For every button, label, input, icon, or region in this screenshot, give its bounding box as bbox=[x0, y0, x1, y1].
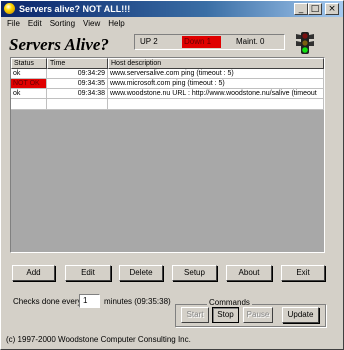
list-header: Status Time Host description bbox=[11, 58, 324, 69]
menu-edit[interactable]: Edit bbox=[24, 17, 46, 31]
up-count: UP 2 bbox=[140, 37, 158, 46]
menu-help[interactable]: Help bbox=[104, 17, 128, 31]
table-row[interactable]: NOT OK 09:34:35 www.microsoft.com ping (… bbox=[11, 79, 324, 89]
row-host bbox=[108, 99, 324, 110]
column-status[interactable]: Status bbox=[11, 58, 47, 69]
down-count: Down 1 bbox=[182, 36, 221, 48]
row-host: www.microsoft.com ping (timeout : 5) bbox=[108, 79, 324, 89]
pause-button[interactable]: Pause bbox=[243, 307, 273, 323]
about-button[interactable]: About bbox=[226, 265, 272, 281]
stop-button[interactable]: Stop bbox=[212, 307, 239, 323]
menu-bar: File Edit Sorting View Help bbox=[1, 17, 343, 31]
exit-button[interactable]: Exit bbox=[281, 265, 325, 281]
maint-count: Maint. 0 bbox=[236, 37, 265, 46]
menu-sorting[interactable]: Sorting bbox=[46, 17, 79, 31]
traffic-light-icon bbox=[296, 32, 314, 54]
add-button[interactable]: Add bbox=[12, 265, 55, 281]
main-window: Servers alive? NOT ALL!!! _ □ × File Edit… bbox=[0, 0, 344, 350]
start-button[interactable]: Start bbox=[181, 307, 209, 323]
column-time[interactable]: Time bbox=[47, 58, 108, 69]
interval-input[interactable]: 1 bbox=[79, 294, 100, 308]
checks-label: Checks done every bbox=[13, 297, 82, 306]
delete-button[interactable]: Delete bbox=[119, 265, 163, 281]
menu-view[interactable]: View bbox=[79, 17, 104, 31]
row-status: NOT OK bbox=[11, 79, 47, 89]
server-list[interactable]: Status Time Host description ok 09:34:29… bbox=[10, 57, 325, 253]
table-row[interactable]: ok 09:34:29 www.serversalive.com ping (t… bbox=[11, 69, 324, 79]
status-summary: UP 2 Down 1 Maint. 0 bbox=[134, 34, 285, 50]
close-button[interactable]: × bbox=[325, 3, 339, 15]
app-icon[interactable] bbox=[4, 3, 15, 14]
table-row[interactable]: ok 09:34:38 www.woodstone.nu URL : http:… bbox=[11, 89, 324, 99]
row-time: 09:34:35 bbox=[47, 79, 108, 89]
row-host: www.serversalive.com ping (timeout : 5) bbox=[108, 69, 324, 79]
copyright-text: (c) 1997-2000 Woodstone Computer Consult… bbox=[6, 335, 191, 344]
next-check-label: minutes (09:35:38) bbox=[104, 297, 171, 306]
title-bar[interactable]: Servers alive? NOT ALL!!! _ □ × bbox=[1, 1, 343, 17]
app-title: Servers Alive? bbox=[9, 35, 109, 54]
row-status: ok bbox=[11, 69, 47, 79]
row-time: 09:34:29 bbox=[47, 69, 108, 79]
table-row-empty[interactable] bbox=[11, 99, 324, 110]
row-status: ok bbox=[11, 89, 47, 99]
edit-button[interactable]: Edit bbox=[65, 265, 111, 281]
menu-file[interactable]: File bbox=[1, 17, 24, 31]
row-time bbox=[47, 99, 108, 110]
row-time: 09:34:38 bbox=[47, 89, 108, 99]
update-button[interactable]: Update bbox=[282, 307, 319, 323]
minimize-button[interactable]: _ bbox=[294, 3, 308, 15]
maximize-button[interactable]: □ bbox=[308, 3, 322, 15]
row-host: www.woodstone.nu URL : http://www.woodst… bbox=[108, 89, 324, 99]
setup-button[interactable]: Setup bbox=[172, 265, 217, 281]
column-host[interactable]: Host description bbox=[108, 58, 324, 69]
window-title: Servers alive? NOT ALL!!! bbox=[19, 4, 131, 14]
row-status bbox=[11, 99, 47, 110]
